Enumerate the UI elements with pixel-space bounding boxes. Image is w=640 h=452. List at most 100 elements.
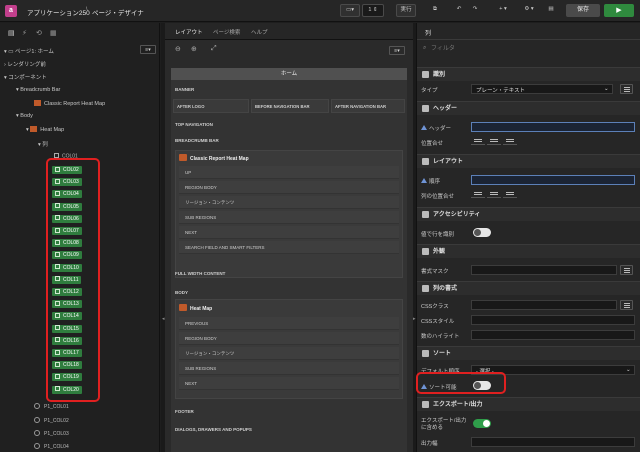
processing-tab-icon[interactable]: ⟲ bbox=[36, 29, 42, 37]
tree-columns-label: 列 bbox=[42, 142, 48, 148]
region-full-width[interactable]: FULL WIDTH CONTENT bbox=[175, 271, 225, 276]
tree-breadcrumb-bar[interactable]: ▾ Breadcrumb Bar bbox=[16, 87, 60, 93]
hm-slot[interactable]: リージョン・コンテンツ bbox=[179, 347, 399, 360]
section-heading[interactable]: ヘッダー bbox=[417, 101, 640, 115]
run-page-button[interactable]: 実行 bbox=[396, 4, 416, 17]
region-breadcrumb-bar[interactable]: BREADCRUMB BAR bbox=[175, 138, 219, 143]
tab-layout[interactable]: レイアウト bbox=[175, 28, 203, 36]
tab-help[interactable]: ヘルプ bbox=[251, 28, 268, 36]
classic-report-title[interactable]: Classic Report Heat Map bbox=[179, 154, 249, 162]
region-dialogs[interactable]: DIALOGS, DRAWERS AND POPUPS bbox=[175, 427, 252, 432]
section-identification[interactable]: 識別 bbox=[417, 67, 640, 81]
hidden-item-icon bbox=[34, 443, 40, 449]
save-button[interactable]: 保存 bbox=[566, 4, 600, 17]
section-accessibility[interactable]: アクセシビリティ bbox=[417, 207, 640, 221]
filter-input[interactable] bbox=[431, 43, 631, 54]
cr-slot[interactable]: UP bbox=[179, 166, 399, 179]
property-editor-title: 列 bbox=[425, 31, 432, 37]
app-name-link[interactable]: アプリケーション250 bbox=[27, 7, 90, 17]
lock-icon[interactable]: ⧉ bbox=[428, 4, 442, 17]
rendering-tab-icon[interactable]: ▤ bbox=[8, 29, 15, 37]
divider bbox=[417, 39, 640, 40]
section-column-format[interactable]: 列の書式 bbox=[417, 281, 640, 295]
run-button[interactable]: ▶ bbox=[604, 4, 634, 17]
section-icon bbox=[422, 71, 429, 78]
css-class-input[interactable] bbox=[471, 300, 617, 310]
tree-classic-report[interactable]: Classic Report Heat Map bbox=[34, 100, 105, 107]
format-mask-input[interactable] bbox=[471, 265, 617, 275]
page-home-bar[interactable]: ホーム bbox=[171, 68, 407, 80]
output-width-input[interactable] bbox=[471, 437, 635, 447]
export-toggle[interactable] bbox=[473, 419, 491, 428]
type-list-button[interactable] bbox=[620, 84, 633, 94]
layout-menu-icon[interactable]: ≡▾ bbox=[389, 46, 405, 55]
create-menu-icon[interactable]: + ▾ bbox=[494, 4, 512, 17]
hm-slot[interactable]: SUB REGIONS bbox=[179, 362, 399, 375]
slot-after-logo[interactable]: AFTER LOGO bbox=[173, 99, 249, 113]
region-icon bbox=[179, 154, 187, 161]
tree-heat-map[interactable]: ▾ Heat Map bbox=[26, 126, 64, 133]
tree-hidden-item[interactable]: P1_COL02 bbox=[34, 417, 69, 424]
cr-slot[interactable]: SEARCH FIELD AND SMART FILTERS bbox=[179, 241, 399, 254]
css-class-list-button[interactable] bbox=[620, 300, 633, 310]
section-export-label: エクスポート/出力 bbox=[433, 402, 483, 408]
utilities-menu-icon[interactable]: ⚙ ▾ bbox=[520, 4, 538, 17]
align-center-icon[interactable] bbox=[487, 137, 501, 145]
page-selector-icon[interactable]: ▭▾ bbox=[340, 4, 360, 17]
row-header-toggle[interactable] bbox=[473, 228, 491, 237]
heading-alignment-group[interactable] bbox=[471, 137, 519, 147]
tab-page-search[interactable]: ページ検索 bbox=[213, 28, 240, 36]
tree-hidden-item[interactable]: P1_COL03 bbox=[34, 430, 69, 437]
align-center-icon[interactable] bbox=[487, 190, 501, 198]
expand-icon[interactable]: ⤢ bbox=[211, 45, 217, 53]
heat-map-title[interactable]: Heat Map bbox=[179, 304, 212, 312]
tree-pre-rendering[interactable]: › レンダリング前 bbox=[4, 60, 46, 68]
page-number-input[interactable]: 1 ⇕ bbox=[362, 4, 384, 17]
app-icon[interactable]: a bbox=[5, 5, 17, 17]
hm-slot[interactable]: NEXT bbox=[179, 377, 399, 390]
css-style-input[interactable] bbox=[471, 315, 635, 325]
tree-hidden-item[interactable]: P1_COL01 bbox=[34, 403, 69, 410]
sequence-input[interactable] bbox=[471, 175, 635, 185]
section-layout[interactable]: レイアウト bbox=[417, 154, 640, 168]
cr-slot[interactable]: SUB REGIONS bbox=[179, 211, 399, 224]
highlight-box-sortable bbox=[416, 372, 506, 394]
align-left-icon[interactable] bbox=[471, 137, 485, 145]
cr-slot[interactable]: リージョン・コンテンツ bbox=[179, 196, 399, 209]
slot-after-nav[interactable]: AFTER NAVIGATION BAR bbox=[331, 99, 405, 113]
region-body[interactable]: BODY bbox=[175, 290, 188, 295]
zoom-in-icon[interactable]: ⊕ bbox=[191, 45, 197, 53]
region-banner[interactable]: BANNER bbox=[175, 87, 194, 92]
tree-menu-icon[interactable]: ≡▾ bbox=[140, 45, 156, 54]
tree-page[interactable]: ▾ ▭ ページ1: ホーム bbox=[4, 47, 54, 55]
tree-columns[interactable]: ▾ 列 bbox=[38, 140, 48, 148]
hm-slot[interactable]: REGION BODY bbox=[179, 332, 399, 345]
dynamic-actions-tab-icon[interactable]: ⚡ bbox=[22, 29, 27, 37]
cr-slot[interactable]: REGION BODY bbox=[179, 181, 399, 194]
heading-input[interactable] bbox=[471, 122, 635, 132]
column-alignment-group[interactable] bbox=[471, 190, 519, 200]
highlight-input[interactable] bbox=[471, 330, 635, 340]
region-footer[interactable]: FOOTER bbox=[175, 409, 194, 414]
slot-before-nav[interactable]: BEFORE NAVIGATION BAR bbox=[251, 99, 329, 113]
cr-slot[interactable]: NEXT bbox=[179, 226, 399, 239]
align-left-icon[interactable] bbox=[471, 190, 485, 198]
tree-hidden-item[interactable]: P1_COL04 bbox=[34, 443, 69, 450]
tree-body[interactable]: ▾ Body bbox=[16, 113, 33, 119]
tree-components[interactable]: ▾ コンポーネント bbox=[4, 73, 47, 81]
undo-icon[interactable]: ↶ bbox=[452, 4, 466, 17]
align-right-icon[interactable] bbox=[503, 190, 517, 198]
shared-components-icon[interactable]: ▤ bbox=[544, 4, 558, 17]
zoom-out-icon[interactable]: ⊖ bbox=[175, 45, 181, 53]
redo-icon[interactable]: ↷ bbox=[468, 4, 482, 17]
section-appearance[interactable]: 外観 bbox=[417, 244, 640, 258]
align-right-icon[interactable] bbox=[503, 137, 517, 145]
col-alignment-label: 列の位置合せ bbox=[421, 194, 455, 200]
format-mask-list-button[interactable] bbox=[620, 265, 633, 275]
section-export[interactable]: エクスポート/出力 bbox=[417, 397, 640, 411]
hm-slot[interactable]: PREVIOUS bbox=[179, 317, 399, 330]
type-select[interactable]: プレーン・テキスト ⌄ bbox=[471, 84, 613, 94]
shared-components-tab-icon[interactable]: ▦ bbox=[50, 29, 57, 37]
region-top-navigation[interactable]: TOP NAVIGATION bbox=[175, 122, 213, 127]
section-sort[interactable]: ソート bbox=[417, 346, 640, 360]
